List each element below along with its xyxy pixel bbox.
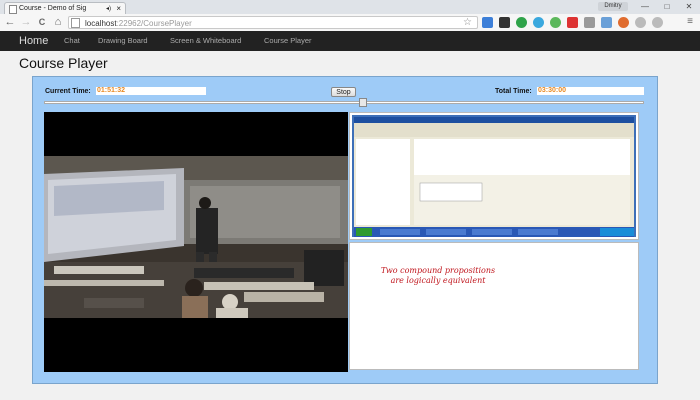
sync-extension-icon[interactable] xyxy=(533,17,544,28)
seek-slider-track[interactable] xyxy=(44,101,644,104)
menu-icon[interactable]: ≡ xyxy=(684,15,696,29)
back-icon[interactable]: ← xyxy=(4,15,16,29)
close-window-icon[interactable]: ✕ xyxy=(678,0,700,13)
minimize-icon[interactable]: — xyxy=(634,0,656,13)
nav-home-link[interactable]: Home xyxy=(19,31,48,51)
qr-extension-icon[interactable] xyxy=(499,17,510,28)
camera-extension-icon[interactable] xyxy=(584,17,595,28)
total-time-label: Total Time: xyxy=(495,88,532,95)
browser-toolbar: ← → C ⌂ localhost:22962/CoursePlayer ☆ ≡ xyxy=(0,14,700,32)
maximize-icon[interactable]: □ xyxy=(656,0,678,13)
stop-button[interactable]: Stop xyxy=(331,87,356,97)
whiteboard-ink-line-2: are logically equivalent xyxy=(390,276,486,285)
clock-extension-icon[interactable] xyxy=(635,17,646,28)
audio-icon: ◂) xyxy=(105,6,111,12)
lecture-video[interactable] xyxy=(44,112,348,372)
url-host: localhost xyxy=(85,19,117,28)
nav-course-player-link[interactable]: Course Player xyxy=(264,31,312,51)
app-navbar: Home Chat Drawing Board Screen & Whitebo… xyxy=(0,31,700,51)
forward-icon[interactable]: → xyxy=(20,15,32,29)
browser-tab[interactable]: Course - Demo of Sig ◂) × xyxy=(4,2,126,14)
translate-extension-icon[interactable] xyxy=(482,17,493,28)
bookmark-star-icon[interactable]: ☆ xyxy=(463,16,472,29)
tab-title: Course - Demo of Sig xyxy=(19,5,87,12)
lecture-video-frame xyxy=(44,156,348,318)
total-time-value: 03:30:00 xyxy=(537,87,644,95)
seek-slider-thumb[interactable] xyxy=(358,98,367,107)
whiteboard-panel[interactable]: Two compound propositions are logically … xyxy=(349,242,639,370)
current-time-value: 01:51:32 xyxy=(96,87,206,95)
nav-screen-whiteboard-link[interactable]: Screen & Whiteboard xyxy=(170,31,241,51)
profile-chip[interactable]: Dmitry xyxy=(598,2,628,11)
circle-extension-icon[interactable] xyxy=(652,17,663,28)
address-bar[interactable]: localhost:22962/CoursePlayer xyxy=(68,16,478,29)
page-icon xyxy=(9,5,17,14)
current-time-label: Current Time: xyxy=(45,88,91,95)
check-extension-icon[interactable] xyxy=(550,17,561,28)
window-extension-icon[interactable] xyxy=(601,17,612,28)
browser-tabstrip: Course - Demo of Sig ◂) × Dmitry — □ ✕ xyxy=(0,0,700,15)
screen-share-panel[interactable] xyxy=(349,112,639,240)
window-controls: — □ ✕ xyxy=(634,0,700,13)
nav-chat-link[interactable]: Chat xyxy=(64,31,80,51)
ring-extension-icon[interactable] xyxy=(618,17,629,28)
page-icon xyxy=(71,18,80,28)
record-extension-icon[interactable] xyxy=(567,17,578,28)
page-title: Course Player xyxy=(19,55,108,71)
refresh-extension-icon[interactable] xyxy=(516,17,527,28)
tab-close-icon[interactable]: × xyxy=(116,3,121,14)
shared-screen-image xyxy=(352,115,636,237)
home-icon[interactable]: ⌂ xyxy=(52,15,64,29)
reload-icon[interactable]: C xyxy=(36,15,48,29)
nav-drawing-board-link[interactable]: Drawing Board xyxy=(98,31,148,51)
url-port: :22962 xyxy=(116,19,142,28)
url-path: /CoursePlayer xyxy=(141,19,192,28)
